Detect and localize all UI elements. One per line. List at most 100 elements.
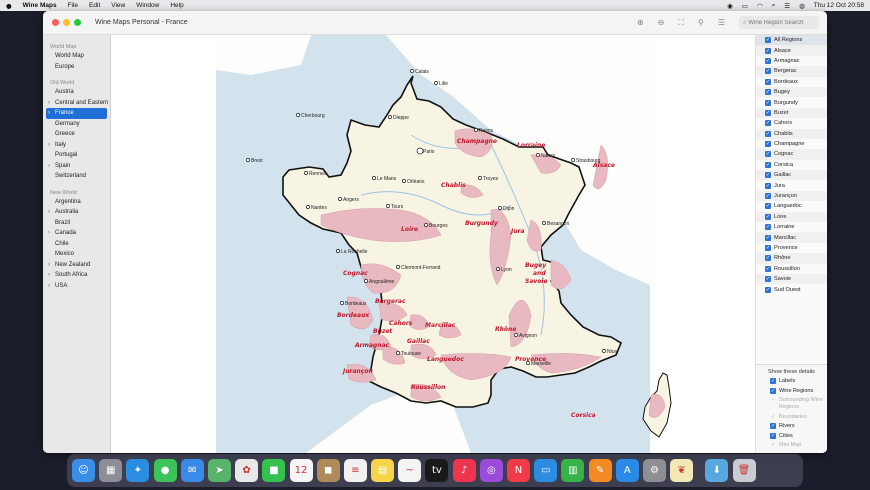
dock-mail-icon[interactable]: ✉: [180, 459, 204, 482]
chevron-right-icon[interactable]: ›: [48, 140, 50, 151]
dock-tv-icon[interactable]: tv: [425, 459, 449, 482]
sidebar-item-spain[interactable]: › Spain: [43, 161, 110, 172]
sidebar-item-usa[interactable]: › USA: [43, 281, 110, 292]
region-label-burgundy[interactable]: Burgundy: [465, 220, 499, 227]
region-checkbox[interactable]: ✓: [765, 276, 771, 283]
region-label-gaillac[interactable]: Gaillac: [407, 338, 430, 345]
menu-help[interactable]: Help: [170, 2, 183, 9]
detail-option[interactable]: ✓ Wine Regions: [756, 387, 827, 395]
menubar-clock[interactable]: Thu 12 Oct 20:58: [814, 2, 864, 9]
chevron-right-icon[interactable]: ›: [48, 228, 50, 239]
dock-wine-maps-icon[interactable]: ❦: [670, 459, 694, 482]
region-label-bugey[interactable]: Bugey: [525, 262, 547, 269]
list-icon[interactable]: ☰: [718, 18, 725, 27]
sidebar-item-south-africa[interactable]: › South Africa: [43, 270, 110, 281]
sidebar-item-portugal[interactable]: Portugal: [43, 150, 110, 161]
region-list-item[interactable]: ✓ Burgundy: [756, 97, 827, 107]
region-checkbox[interactable]: ✓: [765, 182, 771, 189]
region-checkbox[interactable]: ✓: [765, 224, 771, 231]
region-checkbox[interactable]: ✓: [765, 245, 771, 251]
region-list-item[interactable]: ✓ Savoie: [756, 273, 827, 285]
sidebar-item-central-and-eastern-europe[interactable]: ›Central and Eastern Europe: [43, 98, 110, 117]
region-checkbox[interactable]: ✓: [765, 213, 771, 220]
sidebar-item-world-map[interactable]: World Map: [43, 51, 110, 62]
region-checkbox[interactable]: ✓: [765, 109, 771, 116]
detail-option[interactable]: ✓ Rivers: [756, 423, 827, 430]
menu-edit[interactable]: Edit: [89, 2, 100, 9]
region-checkbox[interactable]: ✓: [765, 120, 771, 127]
sidebar-item-australia[interactable]: › Australia: [43, 207, 110, 218]
chevron-right-icon[interactable]: ›: [48, 260, 50, 271]
region-label-loire[interactable]: Loire: [401, 226, 418, 233]
dock-calendar-icon[interactable]: 12: [289, 459, 313, 482]
region-list-item[interactable]: ✓ Bugey: [756, 86, 827, 98]
region-checkbox[interactable]: ✓: [765, 78, 771, 85]
dock-freeform-icon[interactable]: ~: [398, 459, 422, 482]
dock-facetime-icon[interactable]: ■: [262, 459, 286, 482]
chevron-right-icon[interactable]: ›: [48, 207, 50, 218]
siri-icon[interactable]: ◍: [799, 2, 805, 10]
dock-pages-icon[interactable]: ✎: [588, 459, 612, 482]
dock-app-store-icon[interactable]: A: [615, 459, 639, 482]
dock-podcasts-icon[interactable]: ◎: [479, 459, 503, 482]
region-list-item[interactable]: ✓ Jurançon: [756, 190, 827, 202]
region-label-armagnac[interactable]: Armagnac: [354, 342, 390, 349]
sidebar-item-canada[interactable]: › Canada: [43, 228, 110, 239]
region-label-alsace[interactable]: Alsace: [592, 162, 615, 169]
region-label-buzet[interactable]: Buzet: [373, 328, 393, 335]
sidebar-item-greece[interactable]: Greece: [43, 129, 110, 140]
region-list-item[interactable]: ✓ Provence: [756, 243, 827, 253]
zoom-button[interactable]: [74, 19, 81, 26]
region-label-provence[interactable]: Provence: [515, 356, 546, 363]
region-checkbox[interactable]: ✓: [765, 57, 771, 64]
region-list-item[interactable]: ✓ Cognac: [756, 149, 827, 160]
region-checkbox[interactable]: ✓: [765, 193, 771, 200]
region-label-cognac[interactable]: Cognac: [343, 270, 368, 277]
close-button[interactable]: [52, 19, 59, 26]
user-icon[interactable]: ◉: [727, 2, 733, 10]
chevron-right-icon[interactable]: ›: [48, 108, 50, 119]
region-list-item[interactable]: ✓ Marcillac: [756, 232, 827, 243]
region-list-item[interactable]: ✓ Jura: [756, 180, 827, 190]
region-checkbox[interactable]: ✓: [765, 161, 771, 168]
dock-finder-icon[interactable]: ☺: [72, 459, 95, 482]
region-list-item[interactable]: ✓ Cahors: [756, 118, 827, 128]
menu-view[interactable]: View: [111, 2, 125, 9]
region-label-languedoc[interactable]: Languedoc: [427, 356, 464, 363]
region-label-rhone[interactable]: Rhône: [495, 326, 516, 333]
dock-music-icon[interactable]: ♪: [452, 459, 476, 482]
region-checkbox[interactable]: ✓: [765, 141, 771, 148]
region-checkbox[interactable]: ✓: [765, 68, 771, 75]
region-list-item[interactable]: ✓ Roussillon: [756, 264, 827, 274]
sidebar-item-chile[interactable]: Chile: [43, 239, 110, 250]
region-checkbox[interactable]: ✓: [765, 99, 771, 106]
dock-launchpad-icon[interactable]: ▦: [99, 459, 123, 482]
dock-contacts-icon[interactable]: ◼: [316, 459, 340, 482]
detail-checkbox[interactable]: ✓: [770, 387, 776, 394]
region-checkbox[interactable]: ✓: [765, 265, 771, 272]
sidebar-item-argentina[interactable]: Argentina: [43, 197, 110, 208]
sidebar-item-europe[interactable]: Europe: [43, 62, 110, 73]
region-search[interactable]: ⌕: [739, 16, 819, 29]
region-label-roussillon[interactable]: Roussillon: [411, 384, 445, 391]
region-checkbox[interactable]: ✓: [765, 130, 771, 137]
region-label-jura[interactable]: Jura: [510, 228, 525, 235]
dock-maps-icon[interactable]: ➤: [207, 459, 231, 482]
detail-checkbox[interactable]: ✓: [770, 423, 776, 429]
pin-icon[interactable]: ⚲: [698, 18, 704, 27]
chevron-right-icon[interactable]: ›: [48, 98, 50, 109]
menu-window[interactable]: Window: [136, 2, 159, 9]
dock-reminders-icon[interactable]: ≡: [343, 459, 367, 482]
apple-menu-icon[interactable]: ●: [6, 2, 12, 10]
detail-option[interactable]: ✓ Labels: [756, 378, 827, 385]
region-checkbox[interactable]: ✓: [765, 47, 771, 54]
region-checkbox[interactable]: ✓: [765, 234, 771, 241]
region-checkbox[interactable]: ✓: [765, 286, 771, 293]
region-list-item[interactable]: ✓ Armagnac: [756, 56, 827, 66]
region-label-bordeaux[interactable]: Bordeaux: [337, 312, 370, 319]
battery-icon[interactable]: ▭: [742, 2, 748, 10]
region-list-item[interactable]: ✓ Bordeaux: [756, 77, 827, 87]
region-list-item[interactable]: ✓ Lorraine: [756, 222, 827, 232]
detail-checkbox[interactable]: ✓: [770, 432, 776, 439]
sidebar-item-germany[interactable]: Germany: [43, 119, 110, 130]
